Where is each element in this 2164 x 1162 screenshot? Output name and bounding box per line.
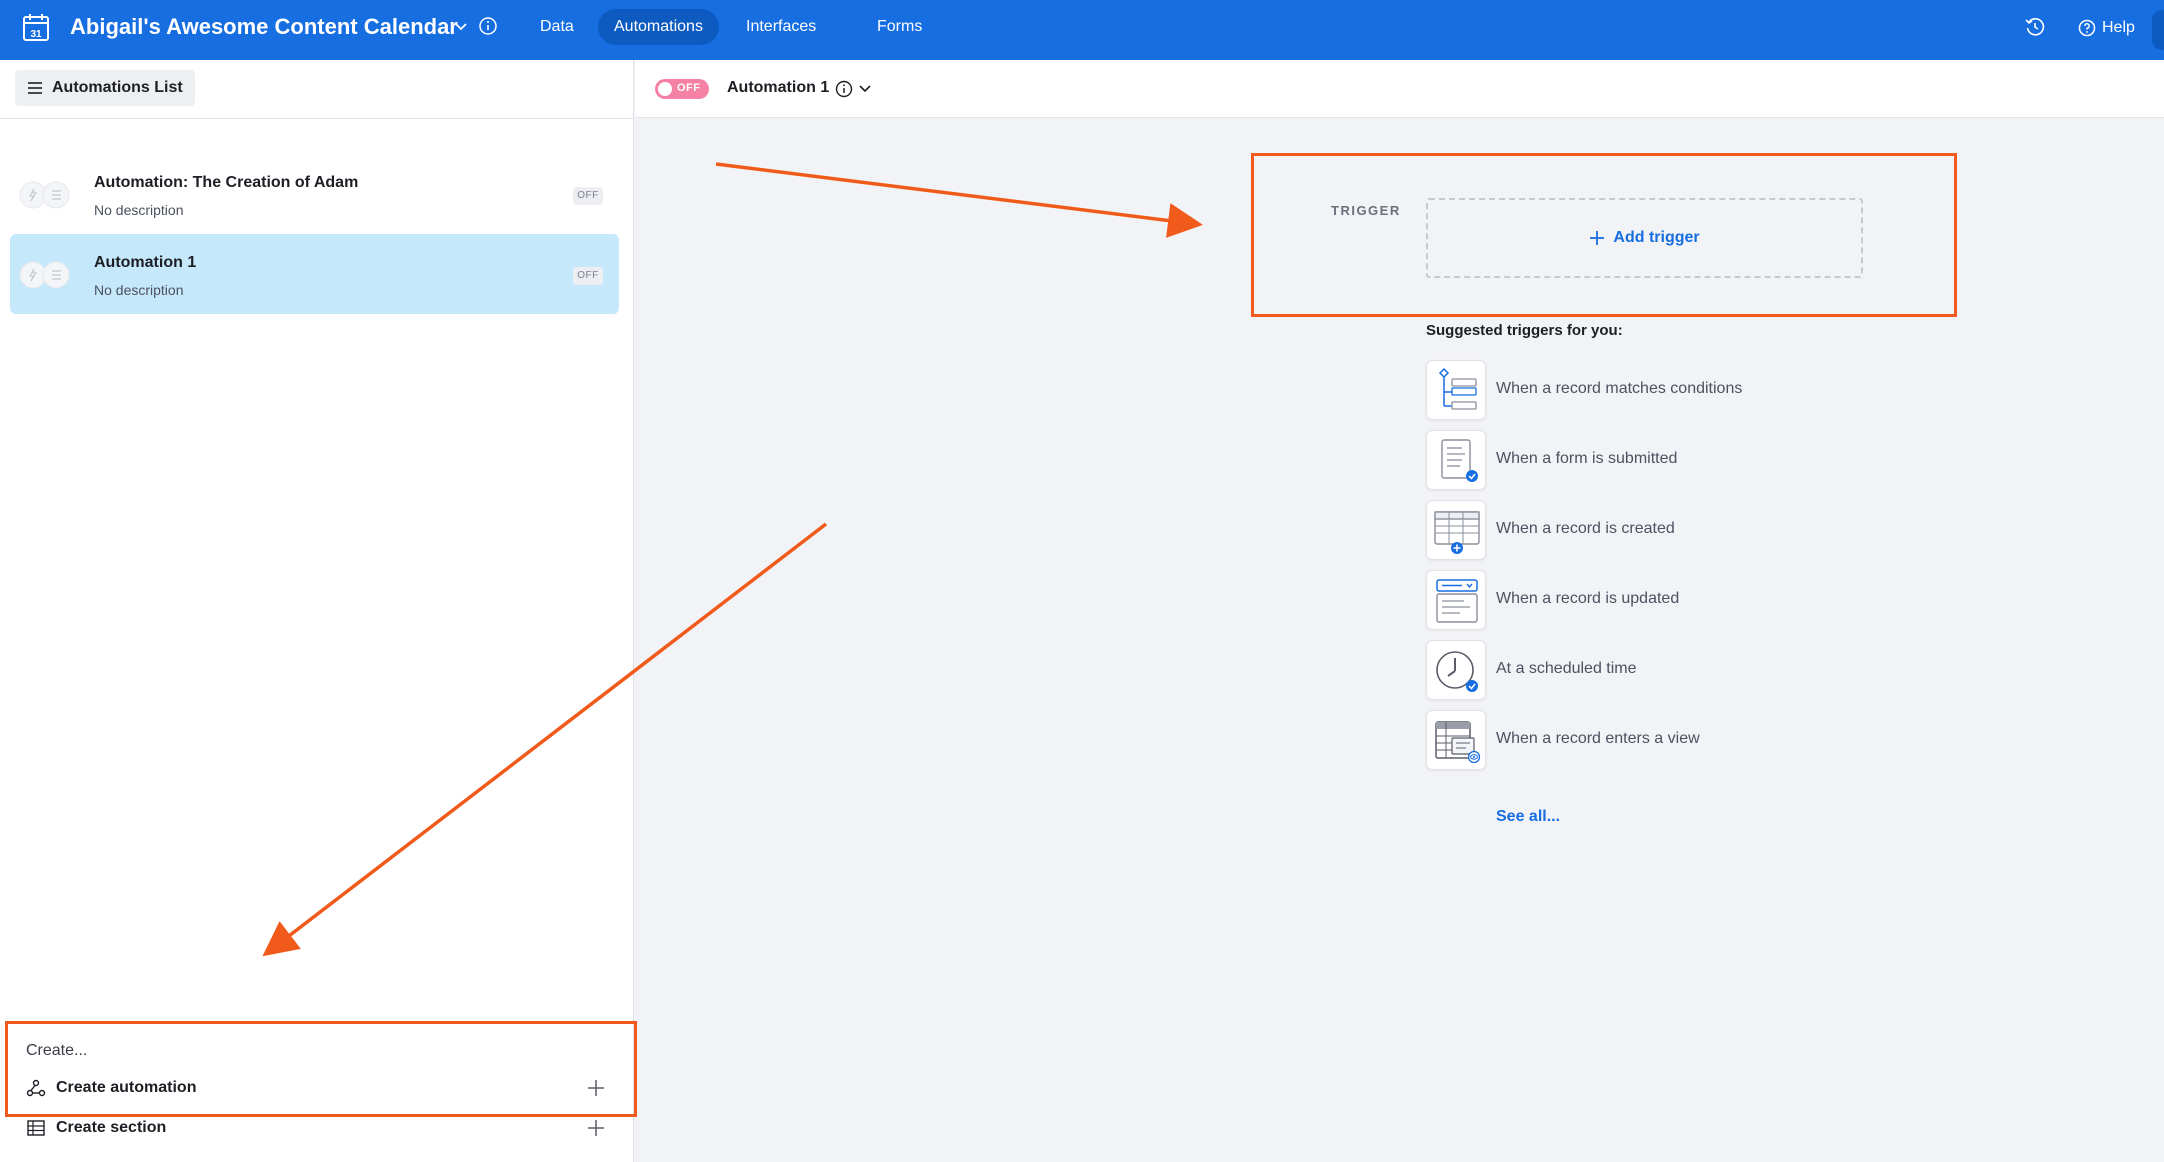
info-icon[interactable] [835,80,853,98]
suggested-triggers-title: Suggested triggers for you: [1426,322,1623,339]
menu-icon [28,82,42,94]
form-submitted-icon [1426,430,1486,490]
automation-description: No description [94,202,184,218]
see-all-link[interactable]: See all... [1496,808,1560,826]
record-updated-icon [1426,570,1486,630]
tab-interfaces[interactable]: Interfaces [730,9,832,45]
create-highlight-box [5,1021,637,1117]
suggested-trigger-form-submitted[interactable]: When a form is submitted [1426,430,1926,490]
automation-toggle[interactable]: OFF [655,79,709,99]
status-badge: OFF [573,187,603,205]
tab-data[interactable]: Data [524,9,590,45]
toggle-knob [658,82,672,96]
tab-automations[interactable]: Automations [598,9,719,45]
suggested-trigger-record-updated[interactable]: When a record is updated [1426,570,1926,630]
automation-list-item[interactable]: Automation: The Creation of Adam No desc… [10,154,619,234]
record-created-icon [1426,500,1486,560]
history-icon[interactable] [2024,16,2046,38]
automation-name[interactable]: Automation 1 [727,79,829,97]
record-view-icon [1426,710,1486,770]
table-icon [27,1120,45,1136]
account-button[interactable] [2152,10,2164,50]
plus-icon[interactable] [586,1118,606,1138]
base-title[interactable]: Abigail's Awesome Content Calendar [70,14,458,40]
tab-forms[interactable]: Forms [861,9,938,45]
automations-list-label: Automations List [52,79,183,96]
suggested-trigger-label: When a record is created [1496,520,1675,537]
help-icon [2078,19,2096,37]
create-section-label: Create section [56,1119,167,1136]
top-bar: 31 Abigail's Awesome Content Calendar Da… [0,0,2164,60]
automation-list-item-selected[interactable]: Automation 1 No description OFF [10,234,619,314]
suggested-trigger-label: When a record is updated [1496,590,1680,607]
svg-text:31: 31 [30,29,42,40]
automation-flow-icon [19,261,70,289]
create-section-button[interactable]: Create section [26,1114,606,1142]
info-icon[interactable] [478,16,498,36]
automations-list-button[interactable]: Automations List [15,70,195,106]
calendar-icon[interactable]: 31 [22,12,50,42]
automations-sidebar: Automations List Automation: The Creatio… [0,60,634,1162]
automation-description: No description [94,282,184,298]
arrow-to-trigger [715,162,1203,238]
clock-icon [1426,640,1486,700]
automation-flow-icon [19,181,70,209]
toggle-label: OFF [677,82,701,94]
suggested-trigger-record-created[interactable]: When a record is created [1426,500,1926,560]
help-label: Help [2102,19,2135,36]
trigger-highlight-box [1251,153,1957,317]
divider [0,118,634,119]
automation-header: OFF Automation 1 [635,60,2164,118]
automation-title: Automation 1 [94,254,197,271]
suggested-trigger-enters-view[interactable]: When a record enters a view [1426,710,1926,770]
suggested-trigger-conditions[interactable]: When a record matches conditions [1426,360,1926,420]
status-badge: OFF [573,267,603,285]
chevron-down-icon[interactable] [857,81,873,97]
suggested-trigger-scheduled[interactable]: At a scheduled time [1426,640,1926,700]
suggested-trigger-label: When a form is submitted [1496,450,1678,467]
automation-title: Automation: The Creation of Adam [94,174,359,191]
help-button[interactable]: Help [2078,16,2135,40]
suggested-trigger-label: When a record matches conditions [1496,380,1743,397]
suggested-trigger-label: At a scheduled time [1496,660,1637,677]
conditions-icon [1426,360,1486,420]
suggested-trigger-label: When a record enters a view [1496,730,1700,747]
chevron-down-icon[interactable] [452,18,470,36]
